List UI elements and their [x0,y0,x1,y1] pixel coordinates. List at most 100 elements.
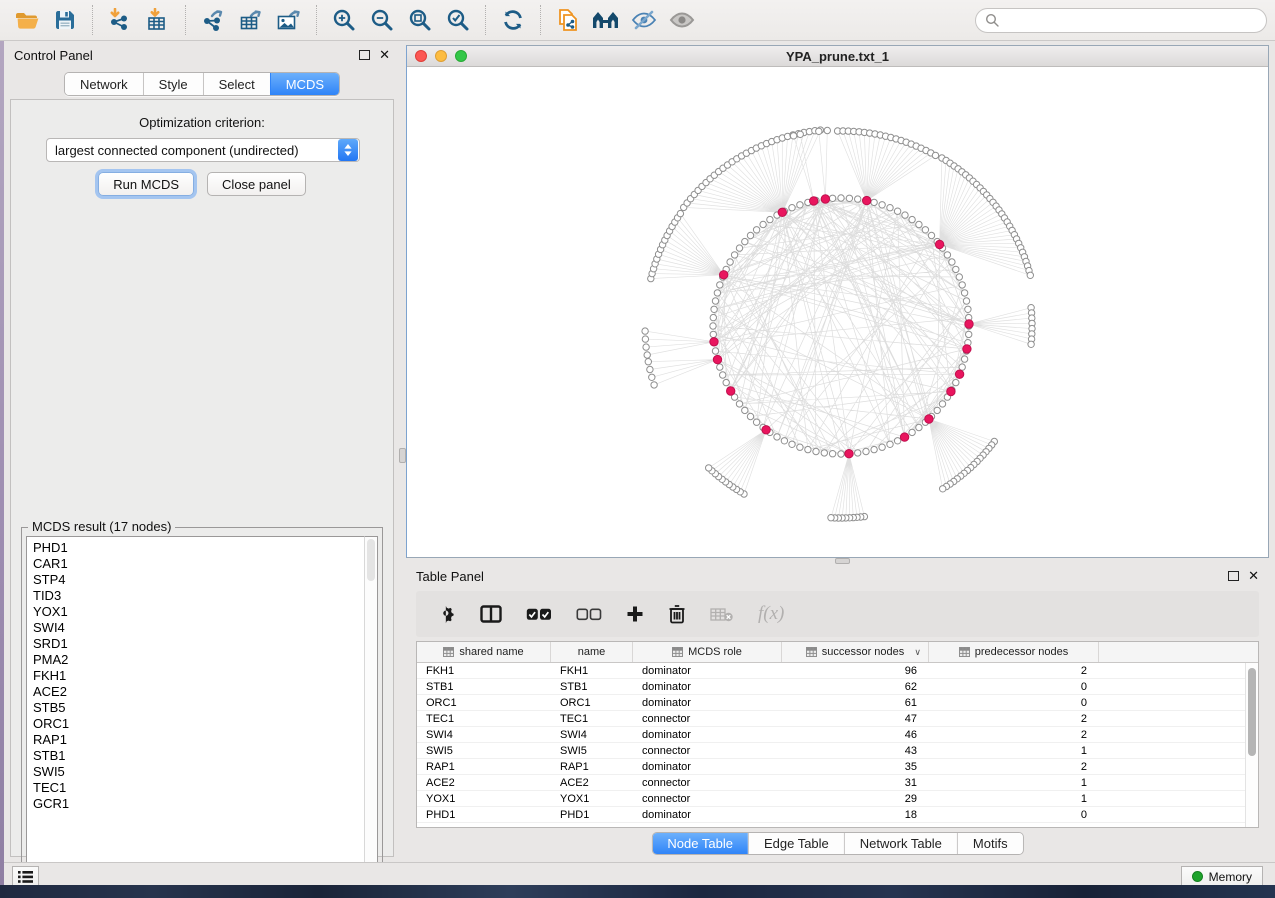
network-node[interactable] [855,450,861,456]
zoom-fit-button[interactable] [401,3,439,37]
mcds-result-item[interactable]: GCR1 [33,796,364,812]
network-node[interactable] [959,364,965,370]
column-header-name[interactable]: name [551,642,633,662]
network-node[interactable] [838,451,844,457]
network-node[interactable] [774,434,780,440]
mcds-hub-node[interactable] [713,355,721,363]
mcds-list-scrollbar[interactable] [364,536,378,892]
function-builder-button[interactable]: f(x) [758,599,784,629]
import-network-button[interactable] [101,3,139,37]
zoom-in-button[interactable] [325,3,363,37]
table-row[interactable]: ORC1ORC1dominator610 [417,695,1258,711]
export-image-button[interactable] [270,3,308,37]
network-node[interactable] [651,382,657,388]
memory-button[interactable]: Memory [1181,866,1263,887]
network-node[interactable] [953,266,959,272]
network-node[interactable] [956,274,962,280]
network-node[interactable] [789,441,795,447]
maximize-window-icon[interactable] [455,50,467,62]
mcds-result-item[interactable]: SWI5 [33,764,364,780]
zoom-selected-button[interactable] [439,3,477,37]
network-node[interactable] [934,407,940,413]
zoom-out-button[interactable] [363,3,401,37]
network-node[interactable] [909,216,915,222]
network-node[interactable] [753,227,759,233]
first-neighbors-button[interactable] [587,3,625,37]
tab-node-table[interactable]: Node Table [652,833,748,854]
mcds-hub-node[interactable] [925,415,933,423]
run-mcds-button[interactable]: Run MCDS [98,172,194,196]
column-header-successor-nodes[interactable]: successor nodes∨ [782,642,929,662]
network-node[interactable] [710,331,716,337]
network-node[interactable] [961,290,967,296]
network-node[interactable] [720,372,726,378]
network-node[interactable] [961,356,967,362]
network-node[interactable] [863,448,869,454]
network-node[interactable] [714,290,720,296]
mcds-result-item[interactable]: FKH1 [33,668,364,684]
network-node[interactable] [723,379,729,385]
mcds-result-item[interactable]: SRD1 [33,636,364,652]
tab-motifs[interactable]: Motifs [957,833,1023,854]
network-from-selection-button[interactable] [549,3,587,37]
mcds-result-item[interactable]: STB5 [33,700,364,716]
tab-select[interactable]: Select [203,73,270,95]
mcds-hub-node[interactable] [710,338,718,346]
network-node[interactable] [727,259,733,265]
network-node[interactable] [790,133,796,139]
mcds-hub-node[interactable] [810,197,818,205]
show-graphics-details-button[interactable] [663,3,701,37]
network-node[interactable] [753,419,759,425]
network-node[interactable] [916,221,922,227]
mcds-result-item[interactable]: TEC1 [33,780,364,796]
network-node[interactable] [963,298,969,304]
network-node[interactable] [797,131,803,137]
network-node[interactable] [649,374,655,380]
network-node[interactable] [712,298,718,304]
deselect-all-button[interactable] [576,599,602,629]
tab-network[interactable]: Network [65,73,143,95]
mcds-result-item[interactable]: ACE2 [33,684,364,700]
column-header-MCDS-role[interactable]: MCDS role [633,642,782,662]
network-node[interactable] [902,212,908,218]
mcds-result-item[interactable]: RAP1 [33,732,364,748]
scrollbar-thumb[interactable] [1248,668,1256,756]
network-node[interactable] [712,348,718,354]
export-table-button[interactable] [232,3,270,37]
network-node[interactable] [871,446,877,452]
mcds-hub-node[interactable] [845,450,853,458]
mcds-result-item[interactable]: PHD1 [33,540,364,556]
tab-mcds[interactable]: MCDS [270,73,339,95]
network-node[interactable] [643,344,649,350]
network-node[interactable] [717,282,723,288]
vertical-splitter-handle[interactable] [399,448,406,463]
network-node[interactable] [1028,341,1034,347]
search-input[interactable] [1005,13,1257,27]
network-node[interactable] [731,252,737,258]
network-node[interactable] [871,199,877,205]
mcds-hub-node[interactable] [821,195,829,203]
network-node[interactable] [645,359,651,365]
network-titlebar[interactable]: YPA_prune.txt_1 [407,46,1268,67]
network-node[interactable] [959,282,965,288]
mcds-result-item[interactable]: PMA2 [33,652,364,668]
network-node[interactable] [736,401,742,407]
table-row[interactable]: FKH1FKH1dominator962 [417,663,1258,679]
network-node[interactable] [781,438,787,444]
mcds-result-item[interactable]: SWI4 [33,620,364,636]
mcds-hub-node[interactable] [965,320,973,328]
table-row[interactable]: YOX1YOX1connector291 [417,791,1258,807]
network-node[interactable] [813,448,819,454]
apply-layout-button[interactable] [494,3,532,37]
network-node[interactable] [1027,272,1033,278]
network-node[interactable] [747,413,753,419]
export-network-button[interactable] [194,3,232,37]
table-row[interactable]: RAP1RAP1dominator352 [417,759,1258,775]
table-settings-button[interactable] [436,599,456,629]
mcds-hub-node[interactable] [935,240,943,248]
network-node[interactable] [828,515,834,521]
mcds-result-item[interactable]: STP4 [33,572,364,588]
network-node[interactable] [879,444,885,450]
mcds-result-item[interactable]: ORC1 [33,716,364,732]
mcds-hub-node[interactable] [720,271,728,279]
